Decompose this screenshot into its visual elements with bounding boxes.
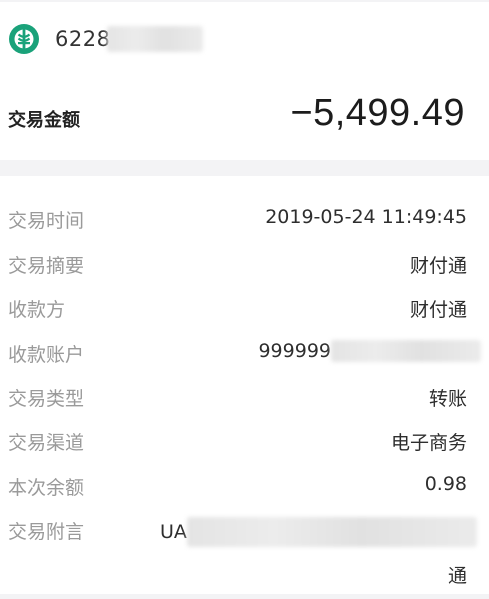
detail-label: 本次余额 [8, 477, 85, 499]
payee-account-number: 999999 [258, 340, 331, 362]
detail-value: 2019-05-24 11:49:45 [265, 206, 467, 228]
detail-label: 交易时间 [8, 210, 85, 232]
detail-value: 电子商务 [390, 432, 467, 454]
detail-value: 0.98 [424, 473, 467, 495]
details-card: 交易时间 2019-05-24 11:49:45 交易摘要 财付通 收款方 财付… [0, 176, 489, 594]
detail-label: 交易渠道 [8, 432, 85, 454]
detail-label: 交易摘要 [8, 255, 85, 277]
detail-label: 交易附言 [8, 521, 85, 543]
detail-value: 财付通 [409, 255, 467, 277]
detail-value: 999999 [258, 340, 481, 362]
detail-value: 转账 [428, 388, 467, 410]
detail-row-payee-account: 收款账户 999999 [0, 336, 489, 366]
detail-label: 收款账户 [8, 344, 85, 366]
detail-row-balance: 本次余额 0.98 [0, 469, 489, 499]
amount-label: 交易金额 [8, 110, 80, 131]
detail-value: UA [160, 517, 477, 547]
detail-label: 交易类型 [8, 388, 85, 410]
abc-bank-logo-icon [8, 23, 40, 55]
account-row: 6228 [8, 22, 204, 56]
amount-value: −5,499.49 [290, 92, 465, 134]
transaction-detail-page: 6228 交易金额 −5,499.49 交易时间 2019-05-24 11:4… [0, 0, 489, 599]
detail-row-summary: 交易摘要 财付通 [0, 247, 489, 277]
memo-text: UA [160, 521, 187, 543]
detail-row-type: 交易类型 转账 [0, 380, 489, 410]
summary-card: 6228 交易金额 −5,499.49 [0, 2, 489, 160]
detail-row-channel: 交易渠道 电子商务 [0, 424, 489, 454]
detail-row-payee: 收款方 财付通 [0, 291, 489, 321]
account-number: 6228 [55, 27, 111, 51]
memo-text-line2: 通 [447, 565, 467, 587]
detail-value: 财付通 [409, 299, 467, 321]
payee-account-redaction [331, 340, 481, 362]
detail-row-memo: 交易附言 UA 通 [0, 513, 489, 587]
detail-row-time: 交易时间 2019-05-24 11:49:45 [0, 202, 489, 232]
account-number-redaction [107, 26, 204, 52]
detail-label: 收款方 [8, 299, 66, 321]
memo-redaction [186, 517, 477, 547]
